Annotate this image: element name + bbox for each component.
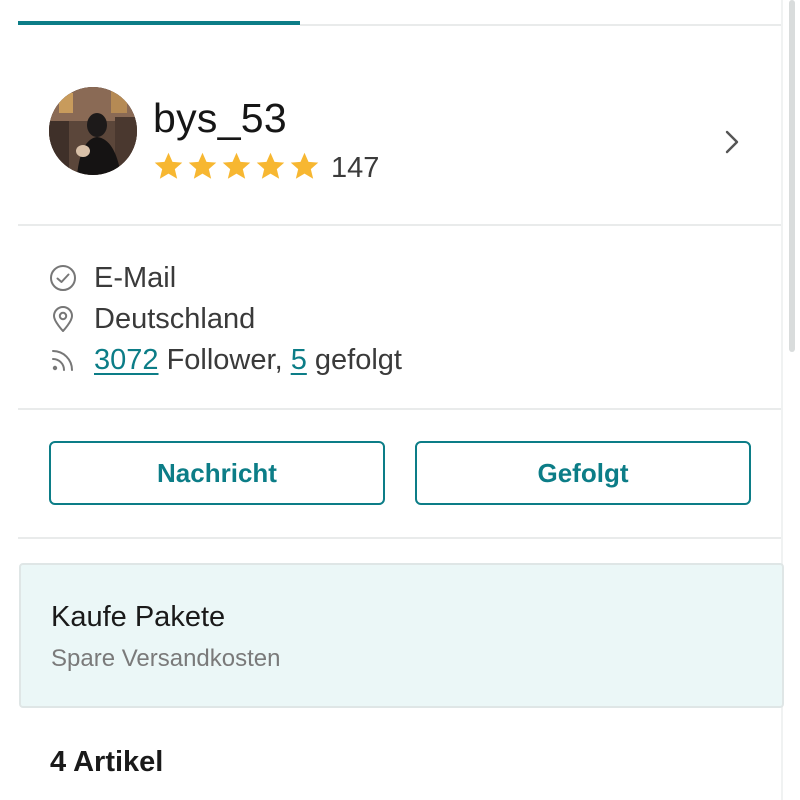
chevron-right-icon[interactable] <box>720 125 744 159</box>
divider <box>18 408 781 410</box>
following-label: gefolgt <box>314 344 402 376</box>
promo-subtitle: Spare Versandkosten <box>51 645 281 672</box>
star-icon <box>154 152 183 179</box>
location-text: Deutschland <box>94 303 256 335</box>
followers-label-text: Follower, <box>166 344 283 376</box>
items-count: 4 Artikel <box>50 746 164 778</box>
star-icon <box>188 152 217 179</box>
location-pin-icon <box>53 306 73 332</box>
rating-stars <box>152 150 321 183</box>
check-circle-icon <box>50 265 76 291</box>
location-row: Deutschland <box>49 301 255 337</box>
divider <box>18 537 781 539</box>
scrollbar[interactable] <box>789 0 795 352</box>
verified-row: E-Mail <box>49 260 176 296</box>
follow-button[interactable]: Gefolgt <box>415 441 751 505</box>
divider <box>300 24 781 26</box>
star-icon <box>222 152 251 179</box>
star-icon <box>256 152 285 179</box>
rating-count: 147 <box>331 152 380 184</box>
followers-count-link[interactable]: 3072 <box>94 342 159 378</box>
divider <box>18 224 781 226</box>
promo-title: Kaufe Pakete <box>51 601 226 633</box>
profile-header[interactable]: bys_53 147 <box>0 60 781 220</box>
bundle-promo-banner[interactable] <box>19 563 784 708</box>
avatar[interactable] <box>49 87 137 175</box>
followers-label <box>159 342 167 378</box>
following-count-link[interactable]: 5 <box>291 342 307 378</box>
followers-row: 3072 Follower, 5 gefolgt <box>49 342 402 378</box>
rss-feed-icon <box>52 350 73 371</box>
username: bys_53 <box>153 95 288 141</box>
active-tab-indicator <box>18 21 300 25</box>
verified-label: E-Mail <box>94 262 177 294</box>
star-icon <box>290 152 319 179</box>
message-button[interactable]: Nachricht <box>49 441 385 505</box>
